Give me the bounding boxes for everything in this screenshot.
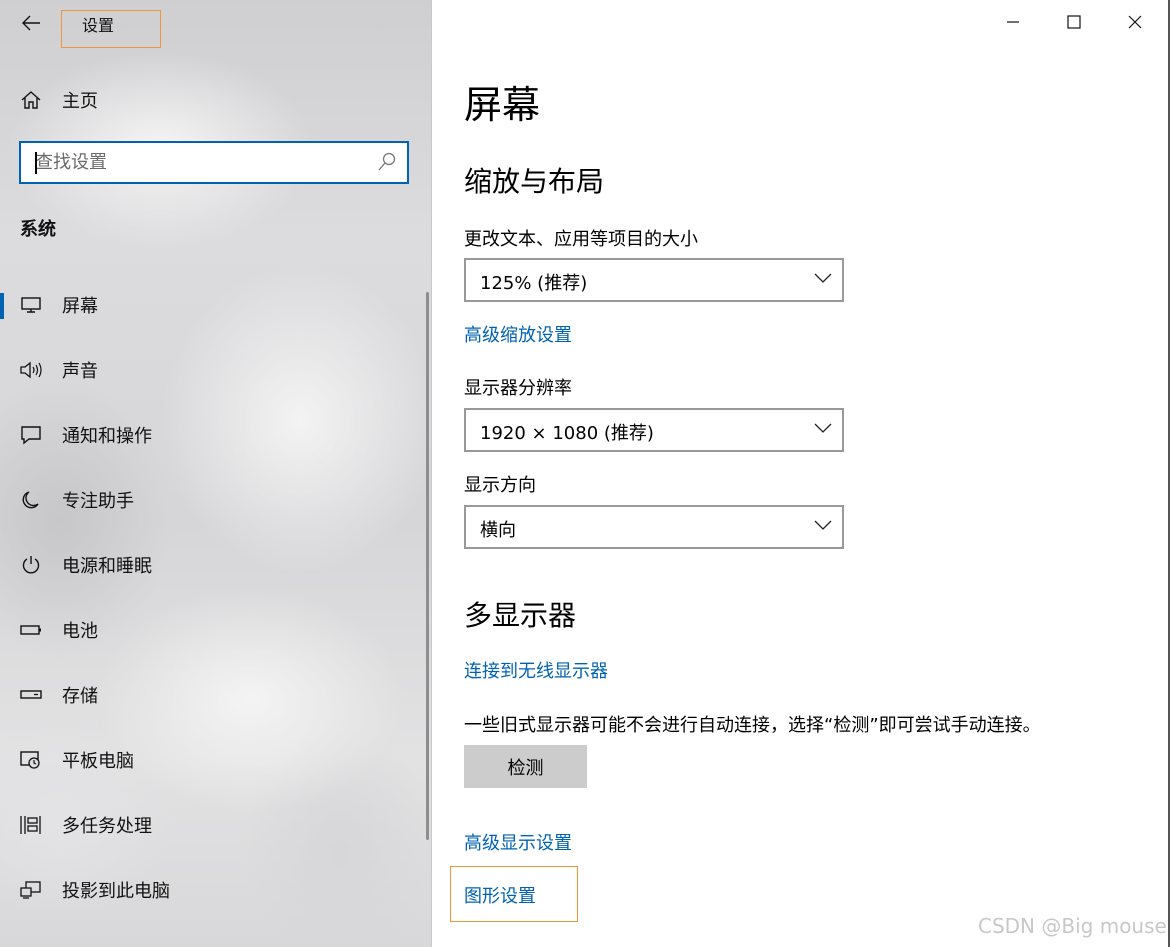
advanced-display-settings-link[interactable]: 高级显示设置 bbox=[464, 829, 572, 855]
detect-button[interactable]: 检测 bbox=[464, 745, 587, 788]
page-title: 屏幕 bbox=[464, 83, 541, 127]
sidebar-scrollbar[interactable] bbox=[426, 292, 429, 840]
sidebar-item-storage[interactable]: 存储 bbox=[0, 673, 420, 717]
sidebar-item-battery[interactable]: 电池 bbox=[0, 608, 420, 652]
project-icon bbox=[19, 879, 43, 901]
resolution-dropdown[interactable]: 1920 × 1080 (推荐) bbox=[464, 408, 844, 452]
detect-description: 一些旧式显示器可能不会进行自动连接，选择“检测”即可尝试手动连接。 bbox=[464, 715, 1041, 736]
sidebar: 设置 主页 系统 屏幕 bbox=[0, 0, 432, 947]
minimize-icon bbox=[1007, 21, 1019, 23]
orientation-dropdown-value: 横向 bbox=[480, 520, 516, 541]
search-icon[interactable] bbox=[377, 152, 397, 172]
advanced-scaling-link[interactable]: 高级缩放设置 bbox=[464, 321, 572, 347]
selection-indicator bbox=[0, 293, 4, 319]
chevron-down-icon bbox=[814, 520, 832, 530]
storage-icon bbox=[19, 684, 43, 706]
sidebar-item-label: 投影到此电脑 bbox=[62, 881, 170, 902]
home-link[interactable]: 主页 bbox=[20, 86, 98, 114]
tablet-icon bbox=[19, 749, 43, 771]
sidebar-item-project-to-pc[interactable]: 投影到此电脑 bbox=[0, 868, 420, 912]
chevron-down-icon bbox=[814, 273, 832, 283]
sidebar-item-label: 多任务处理 bbox=[62, 816, 152, 837]
minimize-button[interactable] bbox=[983, 4, 1043, 40]
watermark: CSDN @Big mouse bbox=[978, 914, 1167, 938]
settings-window: 设置 主页 系统 屏幕 bbox=[0, 0, 1170, 947]
resolution-dropdown-value: 1920 × 1080 (推荐) bbox=[480, 423, 654, 444]
sidebar-item-label: 存储 bbox=[62, 686, 98, 707]
power-icon bbox=[19, 554, 43, 576]
back-arrow-icon bbox=[22, 15, 40, 31]
orientation-label: 显示方向 bbox=[464, 475, 536, 496]
close-button[interactable] bbox=[1105, 4, 1165, 40]
search-input[interactable] bbox=[35, 143, 365, 181]
back-button[interactable] bbox=[14, 8, 48, 38]
sidebar-item-label: 屏幕 bbox=[62, 296, 98, 317]
maximize-button[interactable] bbox=[1044, 4, 1104, 40]
home-label: 主页 bbox=[62, 91, 98, 112]
notification-icon bbox=[19, 424, 43, 446]
scale-dropdown-value: 125% (推荐) bbox=[480, 273, 588, 294]
sidebar-item-label: 平板电脑 bbox=[62, 751, 134, 772]
section-heading-multi-display: 多显示器 bbox=[464, 599, 577, 632]
title-highlight-box bbox=[61, 10, 161, 48]
connect-wireless-display-link[interactable]: 连接到无线显示器 bbox=[464, 657, 608, 683]
sidebar-item-label: 通知和操作 bbox=[62, 426, 152, 447]
sidebar-item-tablet[interactable]: 平板电脑 bbox=[0, 738, 420, 782]
search-box[interactable] bbox=[19, 141, 409, 184]
close-icon bbox=[1128, 15, 1142, 29]
sidebar-item-label: 声音 bbox=[62, 361, 98, 382]
chevron-down-icon bbox=[814, 423, 832, 433]
monitor-icon bbox=[19, 294, 43, 316]
multitask-icon bbox=[19, 814, 43, 836]
battery-icon bbox=[19, 619, 43, 641]
sidebar-item-label: 电源和睡眠 bbox=[62, 556, 152, 577]
scale-label: 更改文本、应用等项目的大小 bbox=[464, 229, 698, 250]
section-label-system: 系统 bbox=[20, 219, 56, 240]
section-heading-scale-layout: 缩放与布局 bbox=[464, 165, 605, 198]
scale-dropdown[interactable]: 125% (推荐) bbox=[464, 258, 844, 302]
graphics-link-highlight-box bbox=[450, 866, 578, 922]
home-icon bbox=[21, 91, 41, 109]
orientation-dropdown[interactable]: 横向 bbox=[464, 505, 844, 549]
text-caret bbox=[35, 152, 37, 174]
sidebar-item-notifications[interactable]: 通知和操作 bbox=[0, 413, 420, 457]
resolution-label: 显示器分辨率 bbox=[464, 378, 572, 399]
sidebar-item-label: 电池 bbox=[62, 621, 98, 642]
sidebar-item-focus-assist[interactable]: 专注助手 bbox=[0, 478, 420, 522]
speaker-icon bbox=[19, 359, 43, 381]
sidebar-item-power-sleep[interactable]: 电源和睡眠 bbox=[0, 543, 420, 587]
main-content: 屏幕 缩放与布局 更改文本、应用等项目的大小 125% (推荐) 高级缩放设置 … bbox=[432, 0, 1170, 947]
moon-icon bbox=[19, 489, 43, 511]
sidebar-item-label: 专注助手 bbox=[62, 491, 134, 512]
maximize-icon bbox=[1067, 15, 1081, 29]
sidebar-item-display[interactable]: 屏幕 bbox=[0, 283, 420, 327]
sidebar-item-sound[interactable]: 声音 bbox=[0, 348, 420, 392]
sidebar-item-multitasking[interactable]: 多任务处理 bbox=[0, 803, 420, 847]
